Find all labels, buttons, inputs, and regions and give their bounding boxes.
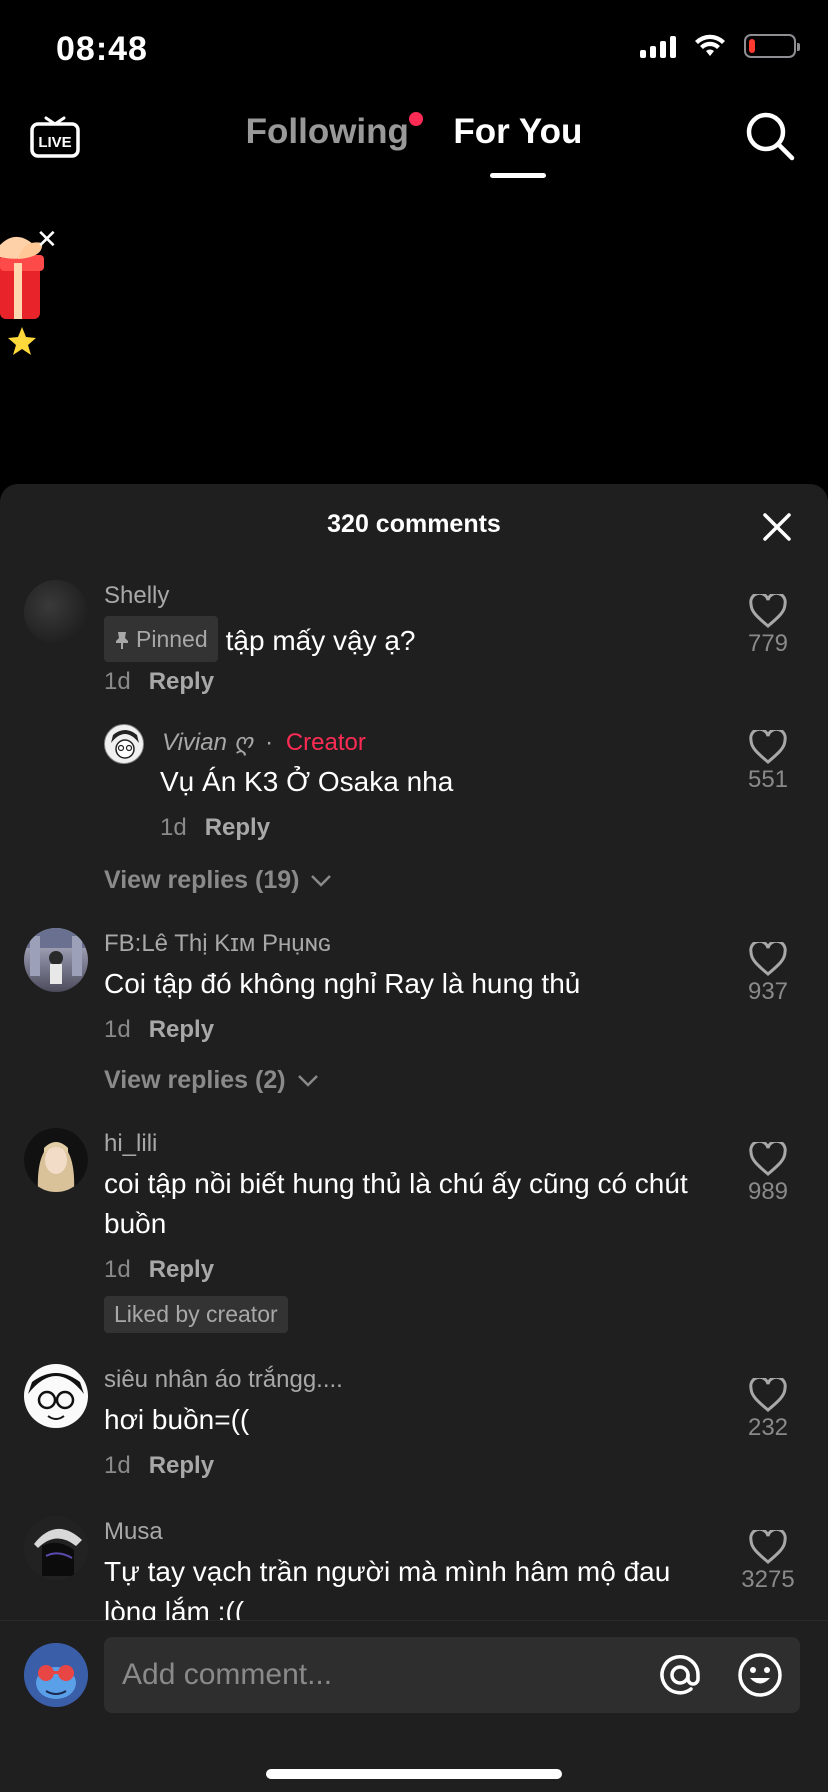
search-icon[interactable] xyxy=(744,110,796,162)
status-icons xyxy=(640,34,800,58)
notification-dot xyxy=(408,112,423,126)
emoji-icon[interactable] xyxy=(736,1651,784,1699)
avatar-image xyxy=(34,1528,82,1576)
my-avatar[interactable] xyxy=(24,1643,88,1707)
like-button[interactable]: 3275 xyxy=(728,1530,808,1594)
comment-input-bar xyxy=(0,1620,828,1792)
tab-following-label: Following xyxy=(245,112,409,151)
like-count: 3275 xyxy=(741,1566,795,1593)
feed-tabs: Following For You xyxy=(0,112,828,178)
comment-username[interactable]: Musa xyxy=(104,1518,163,1546)
gift-close-icon[interactable]: ✕ xyxy=(36,226,58,252)
mention-icon[interactable] xyxy=(656,1651,704,1699)
status-time: 08:48 xyxy=(56,30,148,68)
my-avatar-image xyxy=(24,1643,88,1707)
comment-item: Musa Tự tay vạch trần người mà mình hâm … xyxy=(0,484,828,1620)
tab-for-you[interactable]: For You xyxy=(453,112,583,178)
active-tab-indicator xyxy=(489,173,546,178)
tab-for-you-label: For You xyxy=(453,112,583,151)
battery-icon xyxy=(744,34,800,58)
heart-icon xyxy=(749,1530,787,1564)
top-nav: LIVE Following For You xyxy=(0,100,828,180)
status-bar: 08:48 xyxy=(0,0,828,100)
comments-panel: 320 comments Shelly Pinned tập mấy vậy ạ?… xyxy=(0,484,828,1792)
cellular-signal-icon xyxy=(640,34,676,58)
comment-text: Tự tay vạch trần người mà mình hâm mộ đa… xyxy=(104,1556,671,1620)
tab-following[interactable]: Following xyxy=(245,112,423,152)
avatar[interactable] xyxy=(24,1516,88,1580)
home-indicator xyxy=(266,1769,562,1779)
battery-level xyxy=(749,39,756,53)
wifi-icon xyxy=(695,34,725,56)
